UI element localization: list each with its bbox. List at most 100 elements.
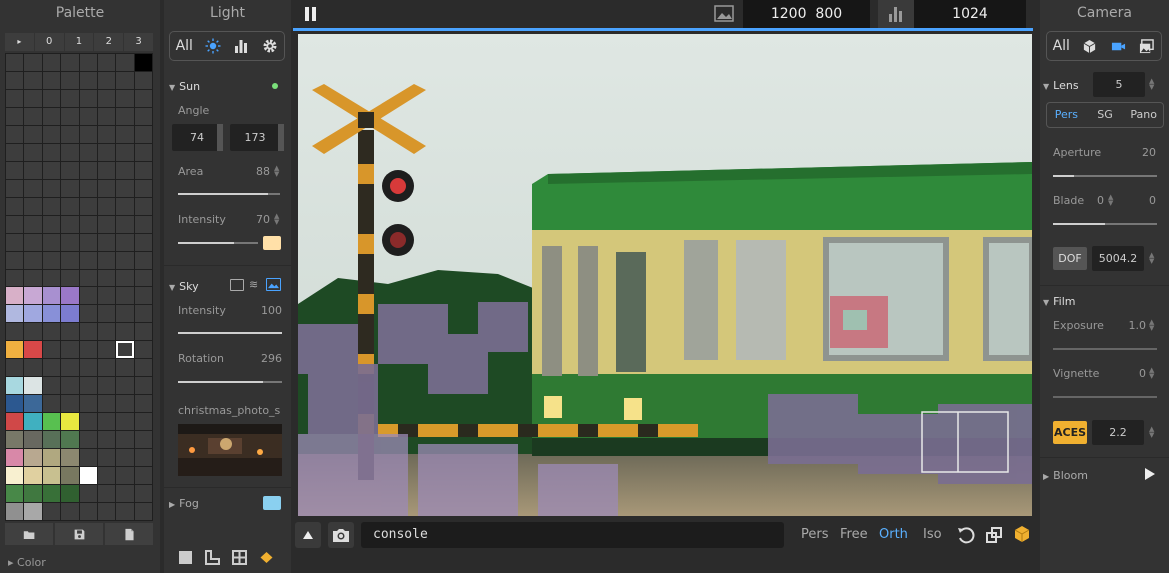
palette-swatch[interactable]	[61, 449, 79, 467]
bloom-section-toggle[interactable]: ▶ Bloom	[1043, 469, 1088, 482]
exposure-slider[interactable]	[1053, 348, 1157, 350]
palette-swatch[interactable]	[116, 197, 134, 215]
bloom-play-button[interactable]	[1144, 467, 1156, 484]
palette-swatch[interactable]	[42, 215, 61, 233]
palette-swatch[interactable]	[24, 305, 42, 323]
palette-swatch[interactable]	[24, 377, 42, 395]
palette-swatch[interactable]	[97, 233, 116, 251]
palette-swatch[interactable]	[61, 54, 79, 71]
palette-swatch[interactable]	[6, 107, 24, 125]
sample-count[interactable]: 1024	[914, 0, 1026, 28]
palette-swatch[interactable]	[116, 413, 134, 431]
palette-swatch[interactable]	[61, 287, 79, 305]
palette-swatch[interactable]	[97, 251, 116, 269]
palette-swatch[interactable]	[134, 287, 152, 305]
sun-section-toggle[interactable]: ▼ Sun	[169, 80, 200, 93]
palette-swatch[interactable]	[24, 251, 42, 269]
light-tab-stats[interactable]	[227, 38, 256, 54]
palette-swatch[interactable]	[97, 269, 116, 287]
camera-proj-sg[interactable]: SG	[1086, 103, 1125, 127]
aces-input[interactable]: 2.2	[1092, 420, 1144, 445]
palette-swatch[interactable]	[24, 323, 42, 341]
sky-section-toggle[interactable]: ▼ Sky	[169, 280, 199, 293]
palette-swatch[interactable]	[134, 54, 152, 71]
palette-swatch[interactable]	[116, 467, 134, 485]
palette-swatch[interactable]	[24, 431, 42, 449]
palette-swatch[interactable]	[97, 359, 116, 377]
sun-angle-a-input[interactable]: 74	[172, 124, 222, 151]
sun-angle-b-input[interactable]: 173	[230, 124, 280, 151]
palette-swatch[interactable]	[134, 143, 152, 161]
palette-swatch[interactable]	[61, 251, 79, 269]
palette-swatch[interactable]	[79, 485, 97, 503]
palette-swatch[interactable]	[6, 143, 24, 161]
projection-iso[interactable]: Iso	[923, 527, 942, 542]
palette-swatch[interactable]	[97, 107, 116, 125]
palette-swatch[interactable]	[61, 197, 79, 215]
exposure-stepper[interactable]: ▲ ▼	[1149, 319, 1154, 332]
dof-button[interactable]: DOF	[1053, 247, 1087, 270]
palette-swatch[interactable]	[42, 377, 61, 395]
light-tab-all[interactable]: All	[170, 38, 199, 54]
palette-swatch[interactable]	[61, 377, 79, 395]
palette-swatch[interactable]	[79, 143, 97, 161]
sky-image-icon[interactable]	[266, 278, 281, 291]
palette-swatch[interactable]	[42, 431, 61, 449]
palette-swatch[interactable]	[79, 431, 97, 449]
save-palette-button[interactable]	[55, 523, 103, 545]
palette-swatch[interactable]	[6, 449, 24, 467]
palette-swatch[interactable]	[42, 287, 61, 305]
palette-swatch[interactable]	[61, 413, 79, 431]
palette-swatch[interactable]	[134, 377, 152, 395]
sun-intensity-value[interactable]: 70	[240, 213, 270, 226]
palette-swatch[interactable]	[61, 125, 79, 143]
palette-swatch[interactable]	[134, 89, 152, 107]
projection-free[interactable]: Free	[840, 527, 868, 542]
palette-swatch[interactable]	[24, 503, 42, 520]
diamond-tool-button[interactable]	[259, 550, 274, 565]
palette-swatch[interactable]	[134, 413, 152, 431]
palette-swatch[interactable]	[42, 179, 61, 197]
blade-stepper[interactable]: ▲ ▼	[1108, 194, 1113, 207]
palette-swatch[interactable]	[116, 125, 134, 143]
palette-swatch[interactable]	[6, 197, 24, 215]
palette-swatch[interactable]	[97, 467, 116, 485]
palette-swatch[interactable]	[134, 449, 152, 467]
palette-swatch[interactable]	[24, 215, 42, 233]
palette-swatch[interactable]	[61, 431, 79, 449]
light-tab-sun[interactable]	[199, 38, 228, 54]
palette-tab-play[interactable]: ▸	[5, 33, 34, 51]
lens-section-toggle[interactable]: ▼ Lens	[1043, 79, 1079, 92]
palette-swatch[interactable]	[42, 54, 61, 71]
image-size-field[interactable]: 1200 800	[743, 0, 870, 28]
palette-swatch[interactable]	[134, 215, 152, 233]
fog-color-swatch[interactable]	[263, 496, 281, 510]
camera-proj-pano[interactable]: Pano	[1124, 103, 1163, 127]
palette-swatch[interactable]	[42, 395, 61, 413]
palette-swatch[interactable]	[97, 143, 116, 161]
palette-swatch[interactable]	[79, 54, 97, 71]
sun-intensity-stepper[interactable]: ▲ ▼	[274, 213, 279, 226]
palette-swatch[interactable]	[61, 323, 79, 341]
palette-swatch[interactable]	[42, 341, 61, 359]
sky-intensity-value[interactable]: 100	[250, 304, 282, 317]
palette-swatch[interactable]	[42, 305, 61, 323]
palette-swatch[interactable]	[97, 71, 116, 89]
palette-swatch[interactable]	[134, 341, 152, 359]
sky-rotation-value[interactable]: 296	[250, 352, 282, 365]
aperture-value[interactable]: 20	[1126, 146, 1156, 159]
palette-swatch[interactable]	[79, 107, 97, 125]
palette-swatch[interactable]	[6, 233, 24, 251]
palette-swatch[interactable]	[24, 125, 42, 143]
palette-swatch[interactable]	[42, 143, 61, 161]
palette-swatch[interactable]	[79, 89, 97, 107]
corner-tool-button[interactable]	[205, 550, 220, 565]
pause-icon-left[interactable]	[305, 7, 309, 21]
palette-swatch[interactable]	[24, 54, 42, 71]
palette-swatch[interactable]	[6, 161, 24, 179]
camera-tab-camera[interactable]	[1104, 39, 1133, 54]
palette-swatch[interactable]	[6, 251, 24, 269]
sky-gradient-icon[interactable]: ≋	[249, 278, 258, 291]
palette-swatch[interactable]	[24, 161, 42, 179]
palette-swatch[interactable]	[61, 467, 79, 485]
